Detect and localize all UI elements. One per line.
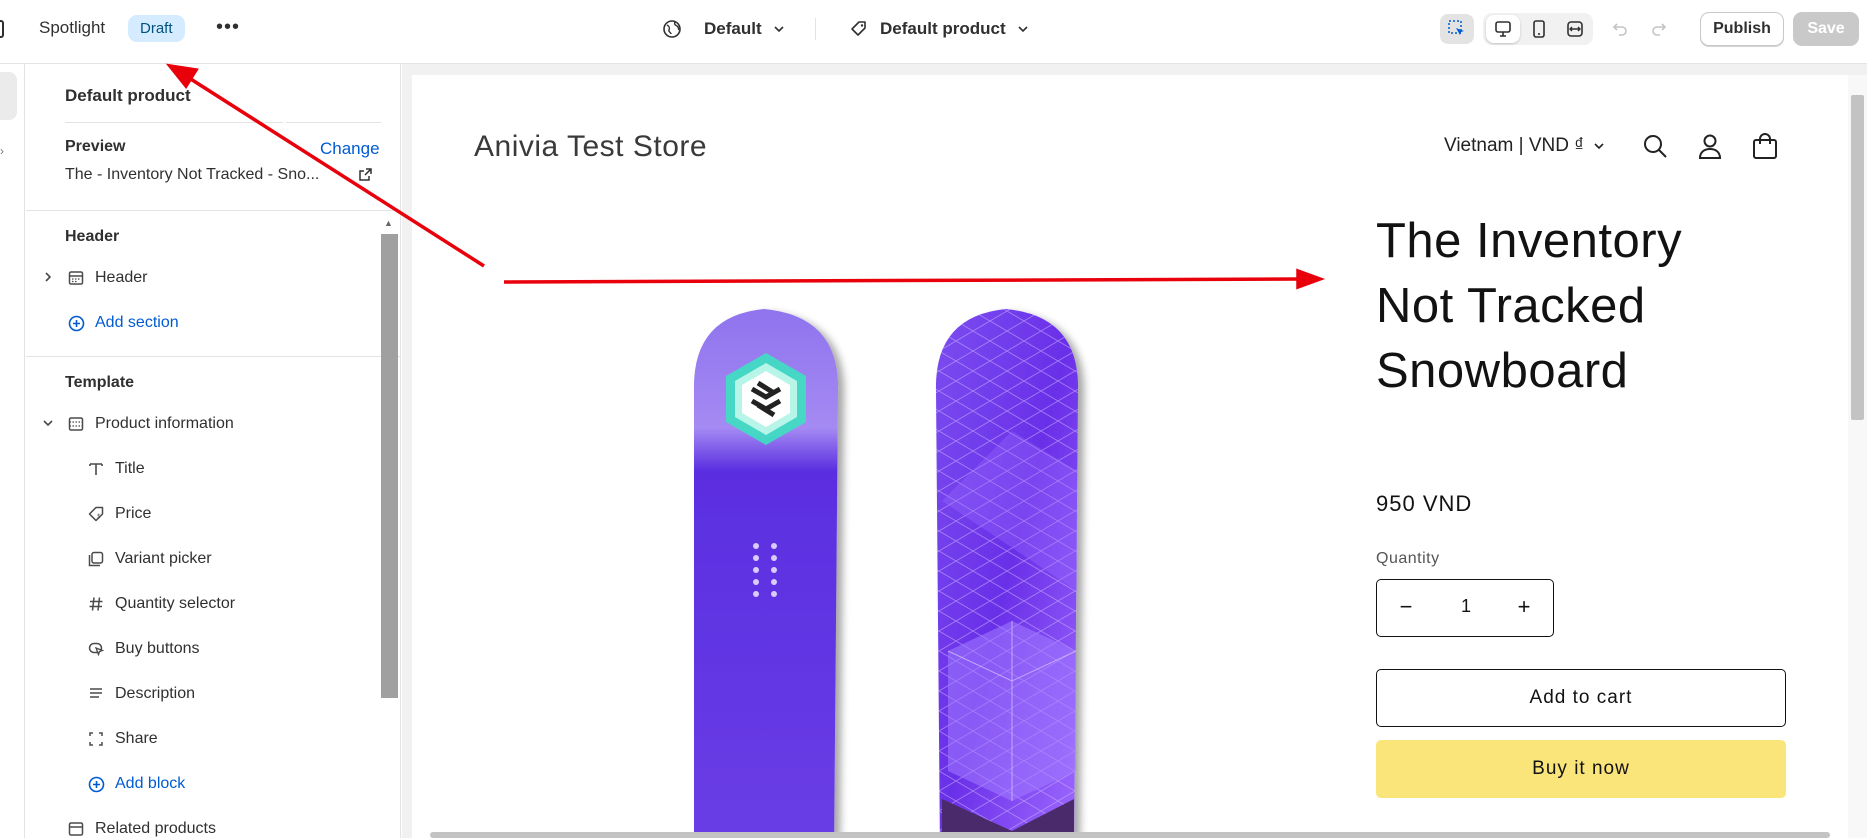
block-item-description[interactable]: Description xyxy=(115,685,195,703)
quantity-input[interactable]: 1 xyxy=(1449,596,1483,617)
account-icon[interactable] xyxy=(1695,131,1725,161)
quantity-increase-button[interactable]: + xyxy=(1509,594,1539,620)
scroll-up-arrow[interactable]: ▲ xyxy=(384,218,393,228)
theme-selector-label: Default xyxy=(704,19,762,38)
sidebar-scrollbar[interactable] xyxy=(381,234,398,698)
block-item-buy-buttons[interactable]: Buy buttons xyxy=(115,640,200,658)
divider xyxy=(815,18,816,40)
sidebar-item-product-information[interactable]: Product information xyxy=(95,415,234,433)
sections-sidebar: Default product Preview Change The - Inv… xyxy=(26,64,401,838)
hash-icon xyxy=(87,595,105,613)
locale-label: Vietnam | VND ₫ xyxy=(1444,135,1584,156)
divider xyxy=(65,122,283,123)
block-item-quantity-selector[interactable]: Quantity selector xyxy=(115,595,235,613)
change-preview-link[interactable]: Change xyxy=(320,139,380,159)
text-lines-icon xyxy=(87,685,105,703)
preview-horizontal-scrollbar[interactable] xyxy=(430,832,1830,838)
add-block-link[interactable]: Add block xyxy=(115,775,185,793)
select-cursor-icon xyxy=(1448,20,1464,35)
redo-icon xyxy=(1652,23,1667,36)
mobile-view-button[interactable] xyxy=(1522,14,1556,44)
mobile-icon xyxy=(1533,20,1545,38)
product-title: The Inventory Not Tracked Snowboard xyxy=(1376,214,1683,398)
share-frame-icon xyxy=(87,730,105,748)
chevron-down-icon[interactable] xyxy=(41,416,55,430)
header-layout-icon xyxy=(67,269,85,287)
tag-icon xyxy=(851,21,866,36)
save-button[interactable]: Save xyxy=(1793,12,1859,46)
preview-label: Preview xyxy=(65,138,126,155)
context-title: Default product xyxy=(65,86,191,105)
search-icon[interactable] xyxy=(1640,131,1670,161)
svg-text:$: $ xyxy=(97,513,101,520)
fullscreen-view-button[interactable] xyxy=(1558,14,1592,44)
chevron-down-icon xyxy=(1018,26,1028,33)
quantity-stepper: − 1 + xyxy=(1376,579,1554,637)
undo-icon xyxy=(1612,23,1627,36)
desktop-view-button[interactable] xyxy=(1486,15,1520,43)
inspector-button[interactable] xyxy=(1440,14,1474,44)
storefront-preview: Anivia Test Store Vietnam | VND ₫ The In… xyxy=(412,75,1848,838)
template-selector[interactable]: Default product xyxy=(850,16,1030,42)
quantity-decrease-button[interactable]: − xyxy=(1391,594,1421,620)
expand-horizontal-icon xyxy=(1567,21,1583,37)
price-tag-icon: $ xyxy=(87,505,105,523)
status-badge: Draft xyxy=(128,15,185,42)
sidebar-item-related-products[interactable]: Related products xyxy=(95,820,216,838)
redo-button[interactable] xyxy=(1642,14,1676,44)
theme-title: Spotlight xyxy=(39,18,106,37)
template-group-title: Template xyxy=(65,374,135,391)
globe-icon xyxy=(663,20,681,38)
store-logo-text[interactable]: Anivia Test Store xyxy=(474,130,707,164)
add-section-link[interactable]: Add section xyxy=(95,314,179,332)
chevron-down-icon xyxy=(774,26,784,33)
plus-circle-icon xyxy=(67,314,85,332)
variant-icon xyxy=(87,550,105,568)
publish-button[interactable]: Publish xyxy=(1700,12,1784,46)
external-link-icon[interactable] xyxy=(356,165,374,183)
block-item-share[interactable]: Share xyxy=(115,730,158,748)
block-item-title[interactable]: Title xyxy=(115,460,145,478)
navigation-rail: › xyxy=(0,64,25,838)
divider xyxy=(26,356,400,357)
plus-circle-icon xyxy=(87,775,105,793)
divider xyxy=(286,122,381,123)
block-item-price[interactable]: Price xyxy=(115,505,151,523)
buy-it-now-button[interactable]: Buy it now xyxy=(1376,740,1786,798)
theme-selector[interactable]: Default xyxy=(662,16,786,42)
more-horizontal-icon[interactable]: ••• xyxy=(216,14,240,40)
desktop-icon xyxy=(1495,21,1511,37)
exit-icon[interactable] xyxy=(0,20,4,38)
product-image[interactable] xyxy=(582,271,1322,838)
quantity-label: Quantity xyxy=(1376,550,1440,567)
preview-product-name: The - Inventory Not Tracked - Sno... xyxy=(65,166,320,183)
undo-button[interactable] xyxy=(1603,14,1637,44)
top-bar: Spotlight Draft ••• Default Default prod… xyxy=(0,0,1867,64)
template-selector-label: Default product xyxy=(880,19,1006,38)
cart-icon[interactable] xyxy=(1750,131,1780,161)
chevron-right-icon[interactable] xyxy=(41,270,55,284)
preview-scrollbar[interactable] xyxy=(1851,95,1864,420)
rail-item-sections[interactable] xyxy=(0,72,17,120)
add-to-cart-button[interactable]: Add to cart xyxy=(1376,669,1786,727)
sidebar-item-header[interactable]: Header xyxy=(95,269,147,287)
block-item-variant-picker[interactable]: Variant picker xyxy=(115,550,212,568)
section-layout-icon xyxy=(67,415,85,433)
product-price: 950 VND xyxy=(1376,491,1473,516)
text-icon xyxy=(87,460,105,478)
cursor-click-icon xyxy=(87,640,105,658)
chevron-down-icon xyxy=(1594,143,1604,150)
divider xyxy=(26,210,400,211)
rail-item-settings[interactable]: › xyxy=(0,144,4,158)
header-group-title: Header xyxy=(65,228,120,245)
locale-selector[interactable]: Vietnam | VND ₫ xyxy=(1444,135,1606,157)
section-layout-icon xyxy=(67,820,85,838)
